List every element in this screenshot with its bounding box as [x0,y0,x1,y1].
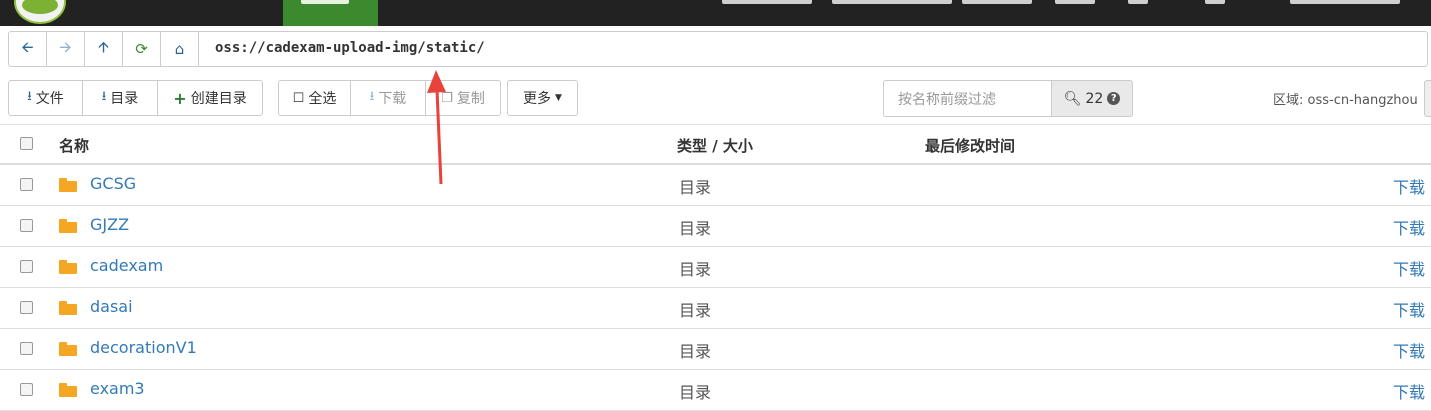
help-icon[interactable]: ? [1107,92,1121,105]
region-label: 区域: oss-cn-hangzhou [1273,93,1418,108]
top-nav-item[interactable] [722,0,812,4]
select-all-button[interactable]: ☐ 全选 [278,80,351,116]
search-button[interactable]: 🔍︎ 22 ? [1051,80,1133,117]
up-button[interactable]: 🡩 [85,32,123,66]
row-download-link[interactable]: 下载 [1393,338,1425,362]
search-icon: 🔍︎ [1063,90,1082,107]
folder-icon [59,260,77,274]
home-icon: ⌂ [174,40,185,58]
row-type: 目录 [679,178,712,197]
folder-name-link[interactable]: GJZZ [90,215,129,234]
row-download-link[interactable]: 下载 [1393,256,1425,280]
address-bar: 🡨 🡪 🡩 ⟳ ⌂ oss://cadexam-upload-img/stati… [8,31,1428,67]
folder-icon [59,301,77,315]
region-button[interactable] [1424,80,1431,117]
download-icon: ⭳ [369,89,375,104]
top-nav-item[interactable] [1128,0,1148,4]
row-download-link[interactable]: 下载 [1393,297,1425,321]
top-navbar [0,0,1431,26]
upload-icon: ⭳ [101,89,107,104]
row-type: 目录 [679,342,712,361]
address-path[interactable]: oss://cadexam-upload-img/static/ [215,40,485,56]
table-row[interactable]: exam3 目录 下载 [0,370,1431,411]
home-button[interactable]: ⌂ [161,32,199,66]
top-nav-item[interactable] [1055,0,1095,4]
folder-name-link[interactable]: cadexam [90,256,163,275]
more-dropdown-button[interactable]: 更多 ▼ [507,80,578,116]
caret-down-icon: ▼ [555,93,562,103]
row-download-link[interactable]: 下载 [1393,174,1425,198]
row-type: 目录 [679,260,712,279]
row-download-link[interactable]: 下载 [1393,215,1425,239]
app-logo[interactable] [14,0,66,24]
row-checkbox[interactable] [20,219,33,232]
folder-name-link[interactable]: decorationV1 [90,338,197,357]
folder-name-link[interactable]: exam3 [90,379,145,398]
row-checkbox[interactable] [20,260,33,273]
table-row[interactable]: GCSG 目录 下载 [0,165,1431,206]
select-all-checkbox[interactable] [20,137,33,150]
folder-name-link[interactable]: GCSG [90,174,136,193]
top-nav-active-tab[interactable] [283,0,378,26]
filter-input[interactable]: 按名称前缀过滤 [883,80,1051,117]
row-type: 目录 [679,301,712,320]
download-button[interactable]: ⭳ 下载 [350,80,426,116]
refresh-button[interactable]: ⟳ [123,32,161,66]
table-row[interactable]: decorationV1 目录 下载 [0,329,1431,370]
copy-icon: ❐ [441,90,453,106]
refresh-icon: ⟳ [135,40,148,58]
top-nav-item[interactable] [832,0,952,4]
top-nav-item[interactable] [1290,0,1400,4]
row-checkbox[interactable] [20,383,33,396]
row-type: 目录 [679,219,712,238]
back-button[interactable]: 🡨 [9,32,47,66]
top-nav-item[interactable] [962,0,1032,4]
plus-icon: + [173,88,187,108]
create-dir-button[interactable]: + 创建目录 [157,80,263,116]
folder-icon [59,219,77,233]
folder-icon [59,178,77,192]
upload-file-button[interactable]: ⭳ 文件 [8,80,83,116]
copy-button[interactable]: ❐ 复制 [425,80,501,116]
forward-button[interactable]: 🡪 [47,32,85,66]
upload-icon: ⭳ [27,89,32,104]
row-checkbox[interactable] [20,178,33,191]
arrow-left-icon: 🡨 [21,37,34,56]
table-row[interactable]: dasai 目录 下载 [0,288,1431,329]
upload-dir-button[interactable]: ⭳ 目录 [82,80,158,116]
row-checkbox[interactable] [20,342,33,355]
checkbox-icon: ☐ [292,90,305,106]
table-header: 名称 类型 / 大小 最后修改时间 [0,124,1431,165]
row-checkbox[interactable] [20,301,33,314]
header-modified[interactable]: 最后修改时间 [925,135,1015,156]
arrow-right-icon: 🡪 [59,37,72,56]
arrow-up-icon: 🡩 [98,37,109,56]
folder-name-link[interactable]: dasai [90,297,133,316]
table-row[interactable]: GJZZ 目录 下载 [0,206,1431,247]
table-row[interactable]: cadexam 目录 下载 [0,247,1431,288]
header-type-size[interactable]: 类型 / 大小 [677,135,753,156]
top-nav-item[interactable] [1205,0,1225,4]
header-name[interactable]: 名称 [59,135,89,156]
row-type: 目录 [679,383,712,402]
row-download-link[interactable]: 下载 [1393,379,1425,403]
folder-icon [59,342,77,356]
folder-icon [59,383,77,397]
